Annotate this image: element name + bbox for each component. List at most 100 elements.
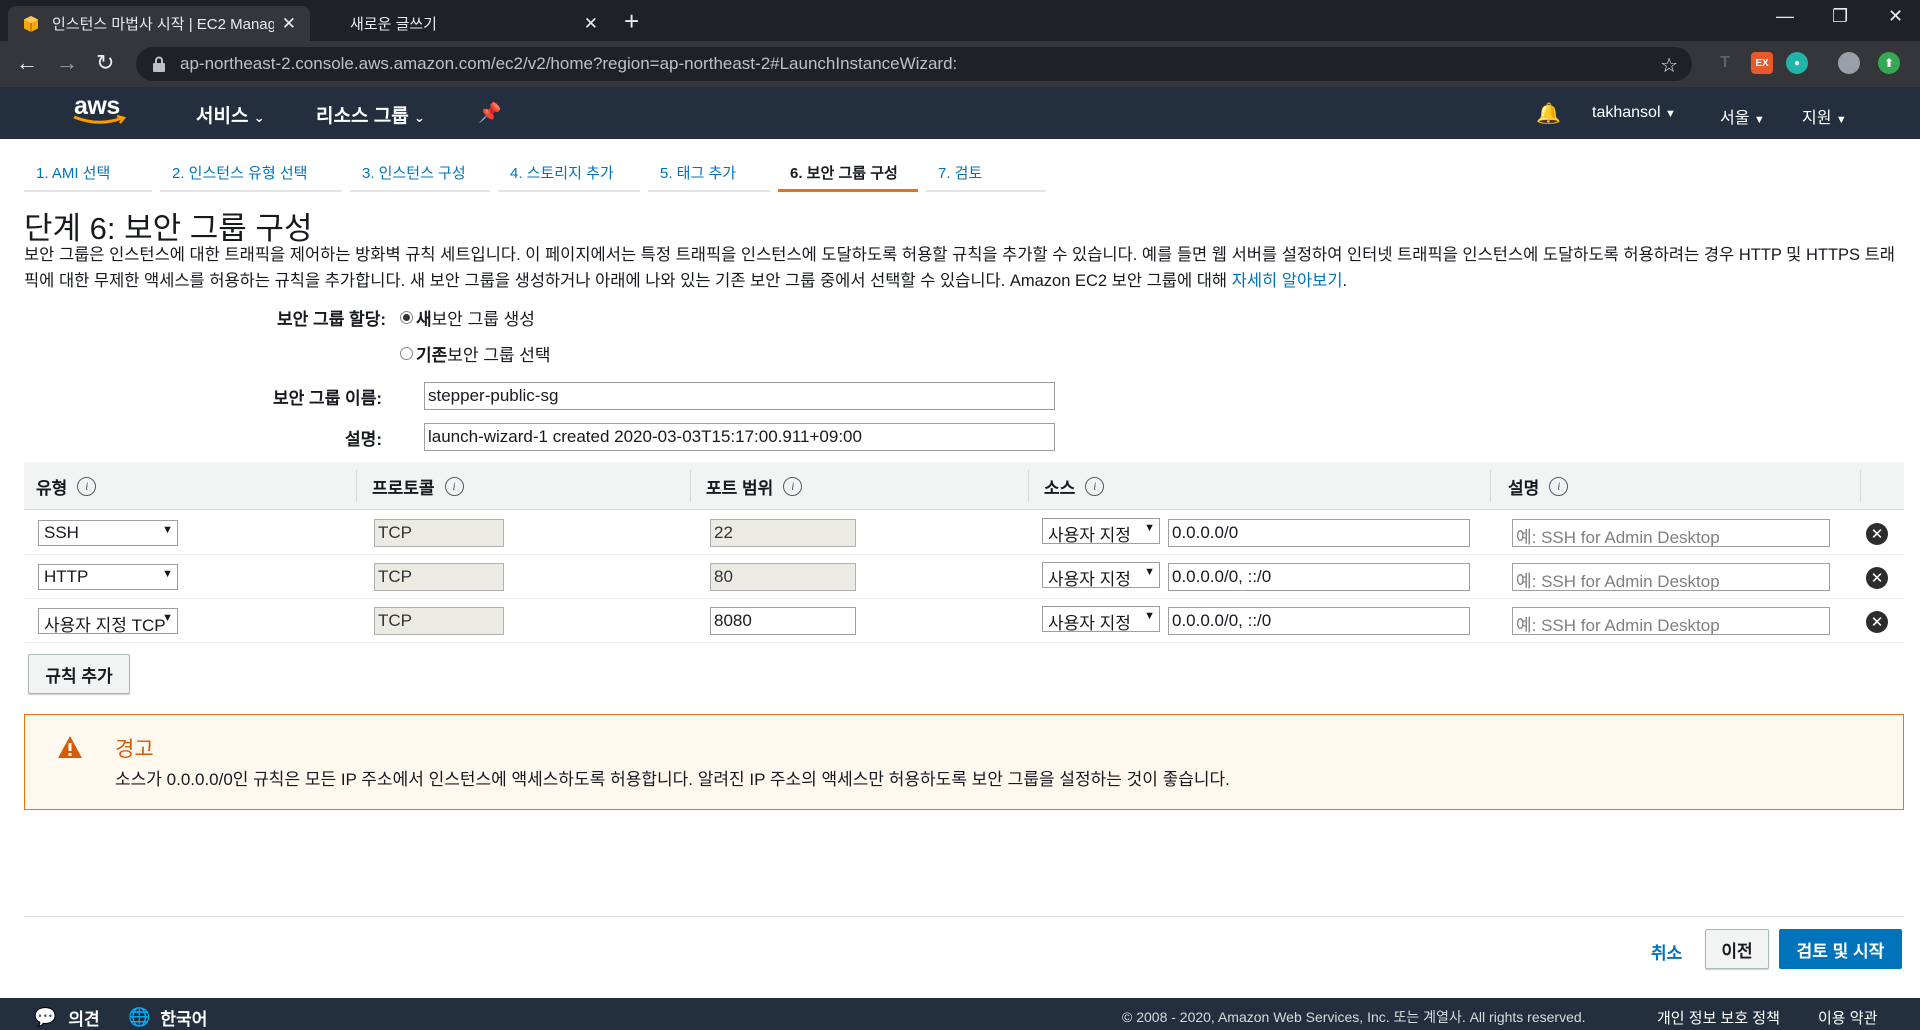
region-menu[interactable]: 서울 ▼ [1720,104,1765,128]
review-and-launch-button[interactable]: 검토 및 시작 [1779,929,1902,969]
type-select[interactable]: SSH ▼ [38,520,178,546]
bookmark-star-icon[interactable]: ☆ [1660,53,1678,78]
close-icon[interactable]: ✕ [584,14,598,34]
bell-icon[interactable]: 🔔 [1536,101,1561,126]
new-tab-plus-icon[interactable]: + [624,7,639,35]
step-configure-instance[interactable]: 3. 인스턴스 구성 [350,152,490,192]
add-rule-button[interactable]: 규칙 추가 [28,654,130,694]
col-divider [1490,470,1491,502]
aws-box-icon [24,15,38,32]
caret-down-icon: ▼ [1144,522,1155,534]
info-icon[interactable]: i [77,477,97,496]
speech-bubble-icon: 💬 [34,1007,57,1027]
previous-button[interactable]: 이전 [1705,929,1769,969]
update-arrow-icon[interactable]: ⬆ [1878,52,1900,74]
type-select[interactable]: HTTP ▼ [38,564,178,590]
teal-extension-icon[interactable]: ● [1786,52,1808,74]
table-row: HTTP ▼ TCP 80 사용자 지정 ▼ 0.0.0.0/0, ::/0 예: … [24,555,1904,599]
protocol-field: TCP [374,519,504,547]
terms-link[interactable]: 이용 약관 [1818,1007,1877,1028]
warning-title: 경고 [115,738,154,761]
description-input[interactable]: 예: SSH for Admin Desktop [1512,563,1830,591]
feedback-link[interactable]: 💬 의견 [34,1005,100,1030]
col-divider [356,470,357,502]
sg-description-input[interactable]: launch-wizard-1 created 2020-03-03T15:17… [424,423,1055,451]
aws-logo[interactable]: aws [73,93,126,124]
cancel-button[interactable]: 취소 [1651,939,1682,964]
address-bar[interactable]: ap-northeast-2.console.aws.amazon.com/ec… [136,47,1692,81]
step-security-group[interactable]: 6. 보안 그룹 구성 [778,152,918,192]
reload-icon[interactable]: ↻ [96,50,114,76]
source-type-select[interactable]: 사용자 지정 ▼ [1042,606,1160,632]
col-divider [690,470,691,502]
user-menu[interactable]: takhansol ▼ [1592,104,1676,122]
language-selector[interactable]: 🌐 한국어 [128,1005,207,1030]
divider [24,916,1904,917]
privacy-policy-link[interactable]: 개인 정보 보호 정책 [1657,1007,1780,1028]
sg-name-input[interactable]: stepper-public-sg [424,382,1055,410]
radio-new-sg[interactable]: 새 보안 그룹 생성 [400,305,535,330]
globe-icon: 🌐 [128,1007,151,1027]
url-text: ap-northeast-2.console.aws.amazon.com/ec… [180,54,958,73]
description-input[interactable]: 예: SSH for Admin Desktop [1512,519,1830,547]
rules-table-header: 유형 i 프로토콜 i 포트 범위 i 소스 i 설명 i [24,462,1904,510]
col-description: 설명 i [1508,474,1569,499]
sg-description-label: 설명: [345,430,382,449]
caret-down-icon: ▼ [1144,610,1155,622]
caret-down-icon: ▼ [1835,114,1847,126]
info-icon[interactable]: i [783,477,803,496]
browser-tab-active[interactable]: 인스턴스 마법사 시작 | EC2 Management Console ✕ [8,6,310,41]
info-icon[interactable]: i [1085,477,1105,496]
radio-unselected-icon[interactable] [400,347,413,360]
radio-selected-icon[interactable] [400,311,413,324]
close-icon[interactable]: ✕ [282,14,296,34]
console-footer: 💬 의견 🌐 한국어 © 2008 - 2020, Amazon Web Servi… [0,998,1920,1030]
source-input[interactable]: 0.0.0.0/0, ::/0 [1168,563,1470,591]
source-input[interactable]: 0.0.0.0/0 [1168,519,1470,547]
back-arrow-icon[interactable]: ← [16,50,38,76]
resource-groups-menu[interactable]: 리소스 그룹 ⌄ [316,101,425,128]
col-protocol: 프로토콜 i [372,474,464,499]
caret-down-icon: ▼ [162,612,173,624]
minimize-icon[interactable]: — [1776,6,1794,27]
description-input[interactable]: 예: SSH for Admin Desktop [1512,607,1830,635]
browser-toolbar: ← → ↻ ap-northeast-2.console.aws.amazon.… [0,41,1920,87]
step-ami[interactable]: 1. AMI 선택 [24,152,152,192]
col-divider [1028,470,1029,502]
warning-text: 소스가 0.0.0.0/0인 규칙은 모든 IP 주소에서 인스턴스에 액세스하… [115,770,1230,789]
ex-extension-icon[interactable]: EX [1751,52,1773,74]
profile-avatar[interactable] [1838,52,1860,74]
browser-tab-bar: 인스턴스 마법사 시작 | EC2 Management Console ✕ 새… [0,0,1920,41]
copyright-text: © 2008 - 2020, Amazon Web Services, Inc.… [1122,1009,1586,1025]
caret-down-icon: ▼ [1664,108,1676,120]
step-instance-type[interactable]: 2. 인스턴스 유형 선택 [160,152,342,192]
caret-down-icon: ▼ [1753,114,1765,126]
forward-arrow-icon[interactable]: → [56,50,78,76]
services-menu[interactable]: 서비스 ⌄ [196,101,265,128]
sg-name-label: 보안 그룹 이름: [273,389,382,408]
step-add-storage[interactable]: 4. 스토리지 추가 [498,152,640,192]
step-review[interactable]: 7. 검토 [926,152,1046,192]
delete-rule-icon[interactable]: ✕ [1866,567,1888,589]
port-range-field: 80 [710,563,856,591]
port-range-input[interactable]: 8080 [710,607,856,635]
delete-rule-icon[interactable]: ✕ [1866,523,1888,545]
window-close-icon[interactable]: ✕ [1888,6,1903,27]
type-select[interactable]: 사용자 지정 TCP ▼ [38,608,178,634]
source-input[interactable]: 0.0.0.0/0, ::/0 [1168,607,1470,635]
col-source: 소스 i [1044,474,1105,499]
browser-tab-inactive[interactable]: 새로운 글쓰기 ✕ [316,6,612,41]
source-type-select[interactable]: 사용자 지정 ▼ [1042,518,1160,544]
info-icon[interactable]: i [1549,477,1569,496]
radio-existing-sg[interactable]: 기존 보안 그룹 선택 [400,341,551,366]
step-add-tags[interactable]: 5. 태그 추가 [648,152,770,192]
pin-icon[interactable]: 📌 [478,101,502,125]
support-menu[interactable]: 지원 ▼ [1802,104,1847,128]
source-type-select[interactable]: 사용자 지정 ▼ [1042,562,1160,588]
restore-icon[interactable]: ❐ [1832,6,1848,27]
learn-more-link[interactable]: 자세히 알아보기 [1232,272,1343,290]
translate-extension-icon[interactable]: T [1714,52,1736,74]
delete-rule-icon[interactable]: ✕ [1866,611,1888,633]
info-icon[interactable]: i [444,477,464,496]
warning-triangle-icon [58,736,82,758]
